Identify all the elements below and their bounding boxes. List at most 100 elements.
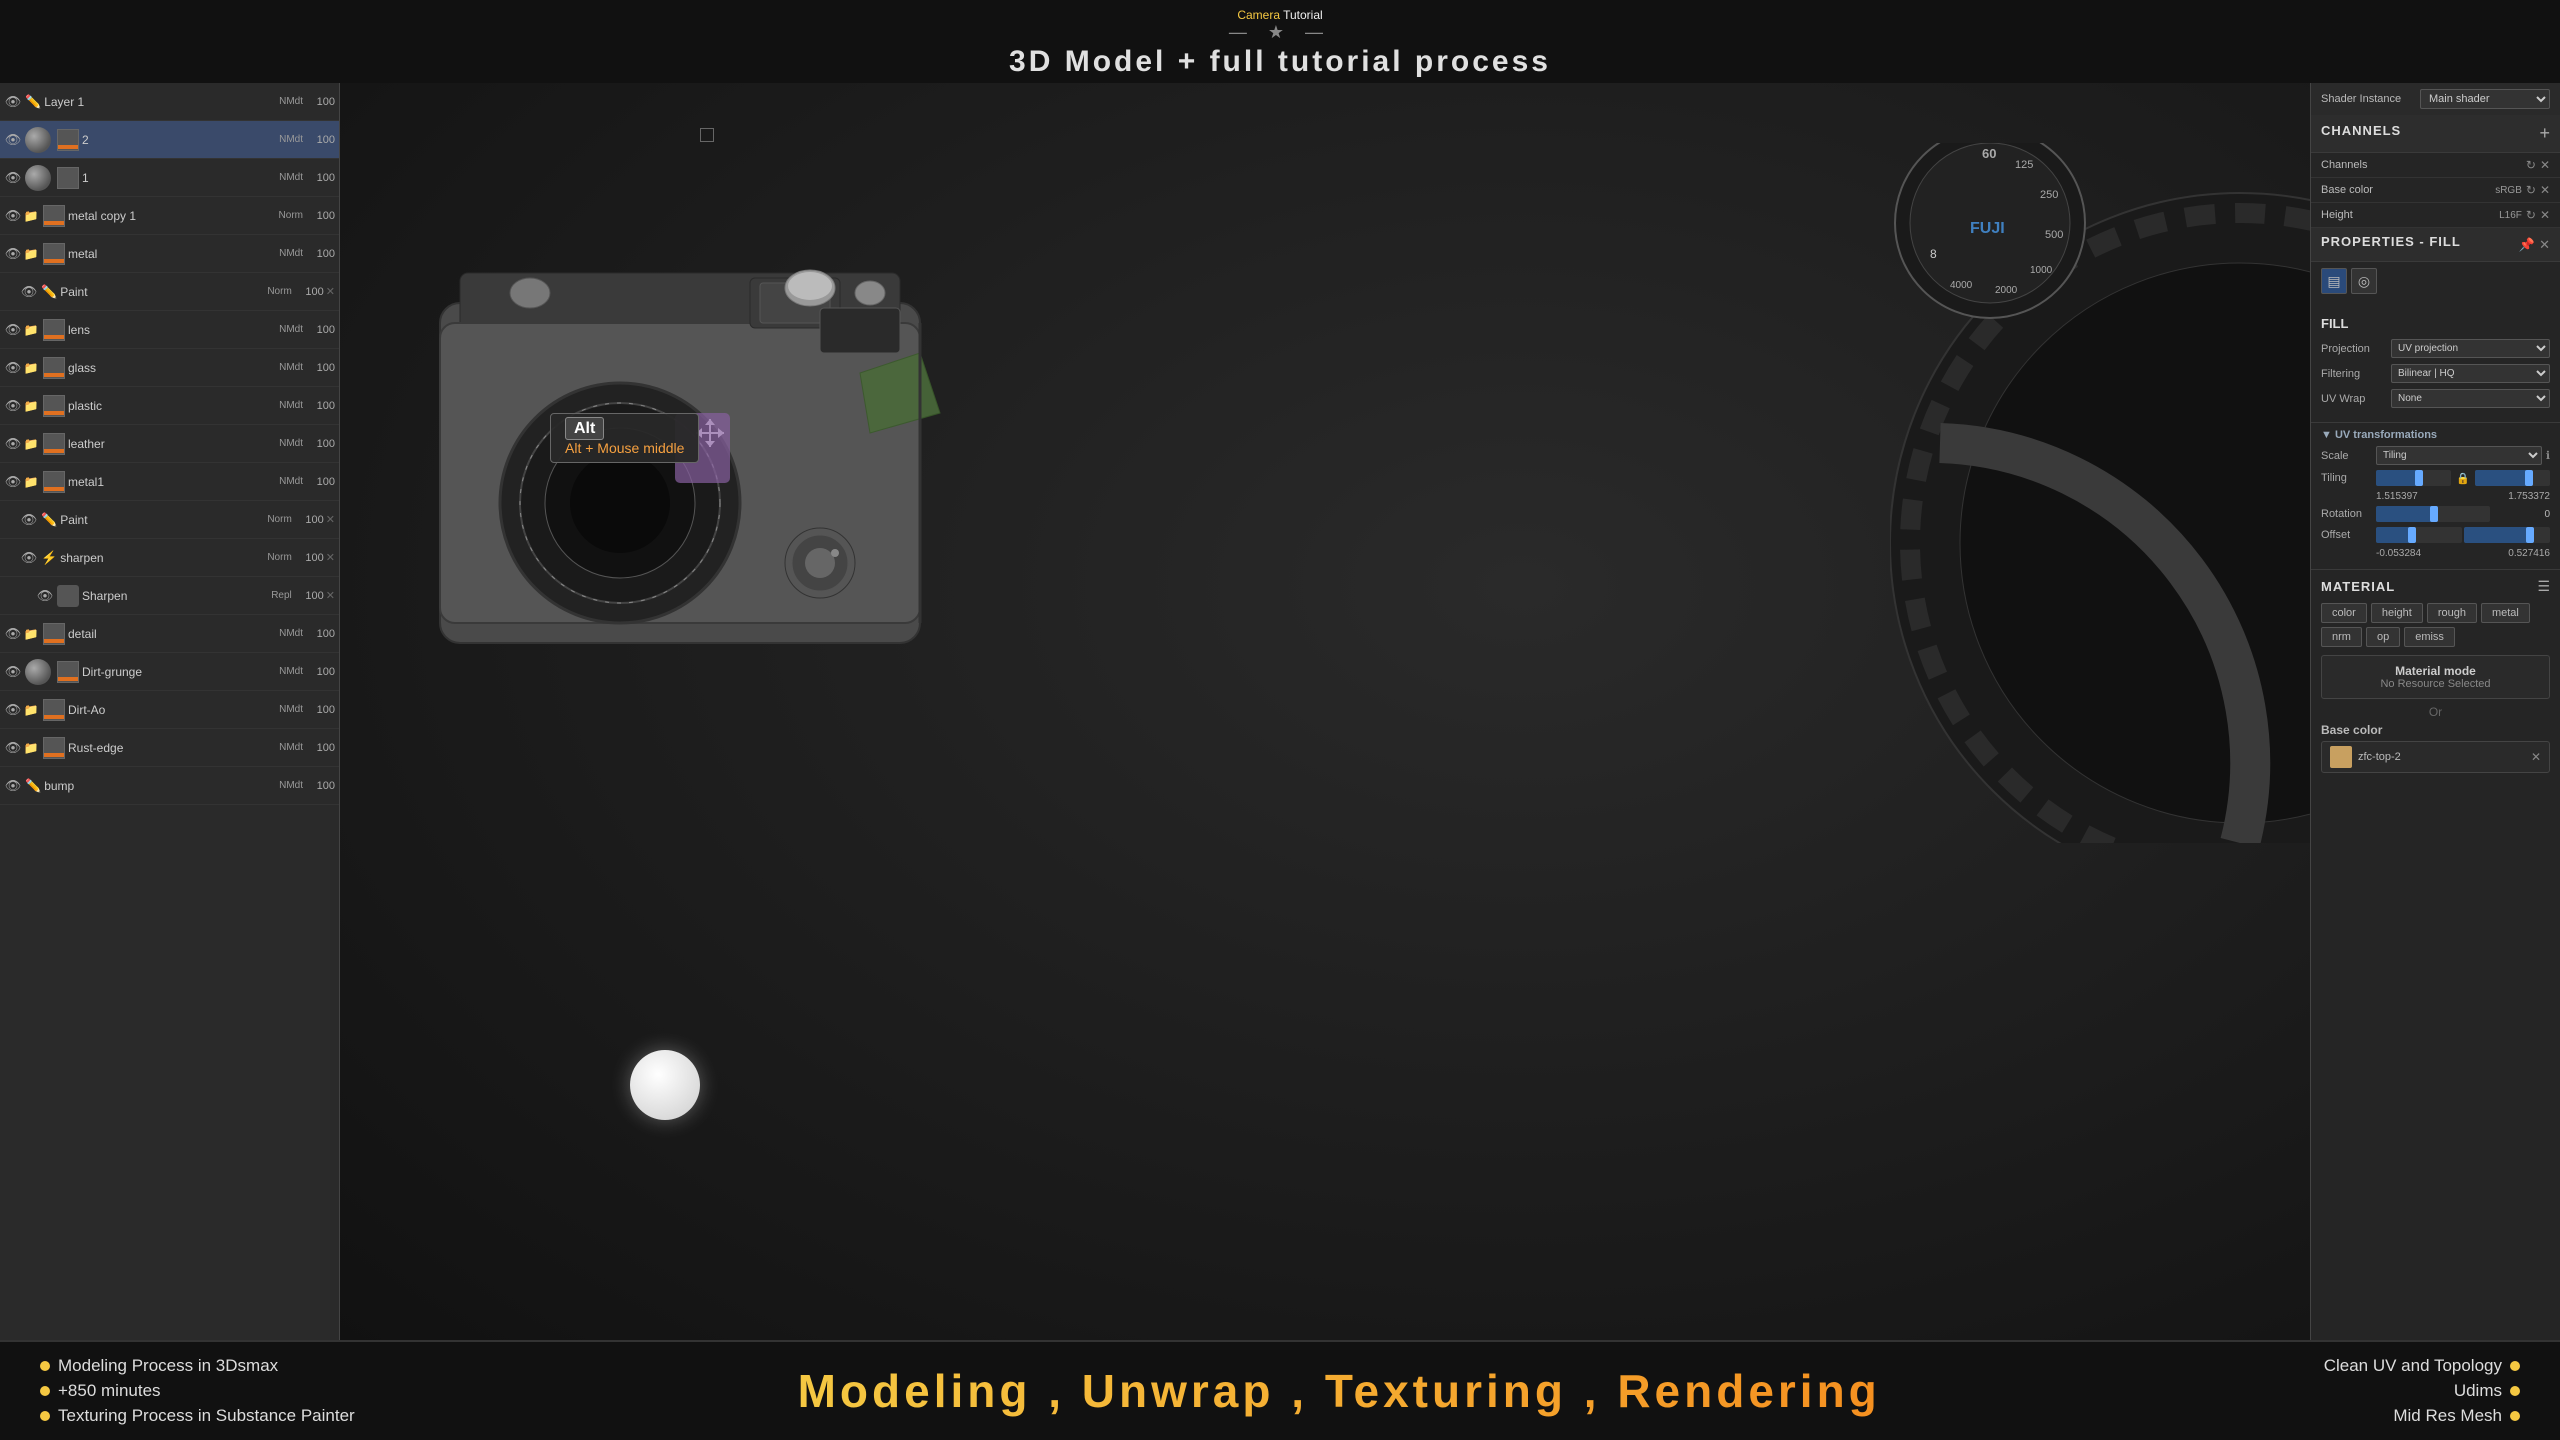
layer-icon [43, 623, 65, 645]
material-height-button[interactable]: height [2371, 603, 2423, 623]
layer-opacity: 100 [307, 628, 335, 640]
visibility-icon[interactable]: 👁 [4, 701, 22, 719]
layer-row[interactable]: 👁 📁 metal NMdt 100 [0, 235, 339, 273]
paint-icon: ✏️ [25, 94, 41, 110]
material-mode-button[interactable]: ◎ [2351, 268, 2377, 294]
material-mode-box: Material mode No Resource Selected [2321, 655, 2550, 699]
visibility-icon[interactable]: 👁 [4, 625, 22, 643]
layer-row[interactable]: 👁 📁 leather NMdt 100 [0, 425, 339, 463]
base-color-section-label: Base color [2321, 723, 2550, 737]
close-icon[interactable]: ✕ [326, 589, 335, 602]
visibility-icon[interactable]: 👁 [4, 93, 22, 111]
close-icon[interactable]: ✕ [2540, 158, 2550, 172]
layer-row[interactable]: 👁 📁 plastic NMdt 100 [0, 387, 339, 425]
bullet-item: Udims [2324, 1381, 2520, 1401]
shader-instance-select[interactable]: Main shader [2420, 89, 2550, 109]
close-icon[interactable]: ✕ [2540, 208, 2550, 222]
fill-uvwrap-select[interactable]: None [2391, 389, 2550, 408]
close-icon[interactable]: ✕ [2540, 183, 2550, 197]
visibility-icon[interactable]: 👁 [4, 739, 22, 757]
visibility-icon[interactable]: 👁 [4, 435, 22, 453]
layer-mode: Norm [267, 552, 291, 563]
layer-row[interactable]: 👁 Dirt-grunge NMdt 100 [0, 653, 339, 691]
refresh-icon[interactable]: ↻ [2526, 208, 2536, 222]
uv-transforms-title[interactable]: ▼ UV transformations [2321, 429, 2550, 441]
material-settings-icon[interactable]: ☰ [2537, 578, 2550, 595]
layer-row[interactable]: 👁 2 NMdt 100 [0, 121, 339, 159]
material-rough-button[interactable]: rough [2427, 603, 2477, 623]
layer-row[interactable]: 👁 ✏️ Paint Norm 100 ✕ [0, 273, 339, 311]
visibility-icon[interactable]: 👁 [4, 321, 22, 339]
layer-opacity: 100 [307, 666, 335, 678]
layer-icon [57, 129, 79, 151]
add-channel-button[interactable]: + [2539, 123, 2550, 144]
close-icon[interactable]: ✕ [326, 551, 335, 564]
layer-row[interactable]: 👁 📁 detail NMdt 100 [0, 615, 339, 653]
visibility-icon[interactable]: 👁 [4, 663, 22, 681]
base-color-swatch [2330, 746, 2352, 768]
layer-row[interactable]: 👁 📁 glass NMdt 100 [0, 349, 339, 387]
visibility-icon[interactable]: 👁 [20, 283, 38, 301]
visibility-icon[interactable]: 👁 [4, 131, 22, 149]
base-color-close-button[interactable]: ✕ [2531, 750, 2541, 764]
material-metal-button[interactable]: metal [2481, 603, 2530, 623]
close-icon[interactable]: ✕ [326, 513, 335, 526]
layer-row[interactable]: 👁 📁 metal1 NMdt 100 [0, 463, 339, 501]
channel-row-basecolor[interactable]: Base color sRGB ↻ ✕ [2311, 178, 2560, 203]
layer-row[interactable]: 👁 1 NMdt 100 [0, 159, 339, 197]
refresh-icon[interactable]: ↻ [2526, 183, 2536, 197]
visibility-icon[interactable]: 👁 [4, 777, 22, 795]
layer-icon [43, 205, 65, 227]
visibility-icon[interactable]: 👁 [20, 511, 38, 529]
layer-icon [43, 319, 65, 341]
visibility-icon[interactable]: 👁 [4, 169, 22, 187]
layer-row[interactable]: 👁 ⚡ sharpen Norm 100 ✕ [0, 539, 339, 577]
layer-row[interactable]: 👁 Sharpen Repl 100 ✕ [0, 577, 339, 615]
base-color-row[interactable]: zfc-top-2 ✕ [2321, 741, 2550, 773]
fill-section: FILL Projection UV projection Filtering … [2311, 308, 2560, 422]
layer-mode: NMdt [279, 704, 303, 715]
svg-text:60: 60 [1982, 146, 1996, 161]
layer-row[interactable]: 👁 📁 Rust-edge NMdt 100 [0, 729, 339, 767]
layer-row[interactable]: 👁 ✏️ Layer 1 NMdt 100 [0, 83, 339, 121]
bullet-item: Texturing Process in Substance Painter [40, 1406, 355, 1426]
channel-row-height[interactable]: Height L16F ↻ ✕ [2311, 203, 2560, 228]
prop-pin-icon[interactable]: 📌 [2519, 237, 2535, 253]
layer-row[interactable]: 👁 📁 Dirt-Ao NMdt 100 [0, 691, 339, 729]
visibility-icon[interactable]: 👁 [4, 207, 22, 225]
visibility-icon[interactable]: 👁 [20, 549, 38, 567]
visibility-icon[interactable]: 👁 [4, 245, 22, 263]
layer-name: glass [68, 361, 279, 375]
svg-text:FUJI: FUJI [1970, 220, 2005, 237]
fill-mode-button[interactable]: ▤ [2321, 268, 2347, 294]
layer-row[interactable]: 👁 📁 metal copy 1 Norm 100 [0, 197, 339, 235]
layer-row[interactable]: 👁 ✏️ bump NMdt 100 [0, 767, 339, 805]
folder-icon: 📁 [22, 207, 40, 225]
visibility-icon[interactable]: 👁 [4, 473, 22, 491]
material-op-button[interactable]: op [2366, 627, 2400, 647]
bullet-item: +850 minutes [40, 1381, 355, 1401]
uv-offset-row: Offset [2321, 527, 2550, 543]
material-color-button[interactable]: color [2321, 603, 2367, 623]
material-nrm-button[interactable]: nrm [2321, 627, 2362, 647]
material-emiss-button[interactable]: emiss [2404, 627, 2455, 647]
channel-name: Channels [2321, 159, 2367, 171]
refresh-icon[interactable]: ↻ [2526, 158, 2536, 172]
fill-projection-select[interactable]: UV projection [2391, 339, 2550, 358]
uv-rotation-row: Rotation 0 [2321, 506, 2550, 522]
layer-icon [43, 433, 65, 455]
layer-icon [43, 243, 65, 265]
close-icon[interactable]: ✕ [326, 285, 335, 298]
layer-name: metal1 [68, 475, 279, 489]
prop-close-icon[interactable]: ✕ [2539, 237, 2550, 253]
layer-row[interactable]: 👁 ✏️ Paint Norm 100 ✕ [0, 501, 339, 539]
bullet-item: Clean UV and Topology [2324, 1356, 2520, 1376]
or-divider: Or [2321, 705, 2550, 719]
visibility-icon[interactable]: 👁 [4, 359, 22, 377]
visibility-icon[interactable]: 👁 [4, 397, 22, 415]
viewport[interactable]: 60 125 250 500 1000 2000 4000 8 FUJI [340, 83, 2310, 1340]
layer-row[interactable]: 👁 📁 lens NMdt 100 [0, 311, 339, 349]
visibility-icon[interactable]: 👁 [36, 587, 54, 605]
fill-filtering-select[interactable]: Bilinear | HQ [2391, 364, 2550, 383]
uv-scale-select[interactable]: Tiling [2376, 446, 2542, 465]
